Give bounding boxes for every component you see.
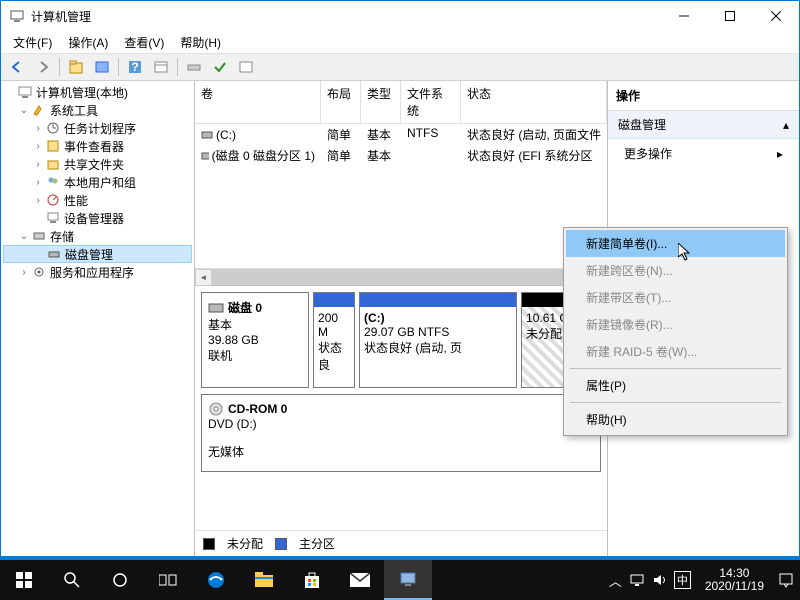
tray-network-icon[interactable] [630,573,644,587]
menu-separator [570,402,781,403]
menu-help[interactable]: 帮助(H) [172,32,229,53]
tray-volume-icon[interactable] [652,573,666,587]
actions-header: 操作 [608,81,799,111]
scroll-left-icon[interactable]: ◄ [195,269,212,286]
app-icon [9,8,25,24]
volume-list: 卷 布局 类型 文件系统 状态 (C:) 简单 基本 NTFS 状态良好 (启动… [195,81,607,286]
tree-storage[interactable]: ⌄存储 [3,227,192,245]
tray-chevron-up-icon[interactable]: ︿ [609,571,622,590]
chevron-right-icon: ▸ [777,147,783,161]
navigation-tree[interactable]: 计算机管理(本地) ⌄系统工具 ›任务计划程序 ›事件查看器 ›共享文件夹 ›本… [1,81,195,556]
more-actions[interactable]: 更多操作 ▸ [608,139,799,168]
tree-shared-folders[interactable]: ›共享文件夹 [3,155,192,173]
minimize-button[interactable] [661,1,707,31]
toolbar-icon-4[interactable] [182,56,206,78]
tree-event-viewer[interactable]: ›事件查看器 [3,137,192,155]
partition[interactable]: (C:)29.07 GB NTFS状态良好 (启动, 页 [359,292,517,388]
tree-performance[interactable]: ›性能 [3,191,192,209]
menu-file[interactable]: 文件(F) [5,32,60,53]
tree-local-users[interactable]: ›本地用户和组 [3,173,192,191]
taskbar-clock[interactable]: 14:30 2020/11/19 [699,567,770,593]
toolbar-icon-2[interactable] [90,56,114,78]
toolbar-icon-6[interactable] [234,56,258,78]
col-fs[interactable]: 文件系统 [401,81,461,123]
toolbar-icon-5[interactable] [208,56,232,78]
ctx-new-simple-volume[interactable]: 新建简单卷(I)... [566,230,785,257]
edge-icon[interactable] [192,560,240,600]
tree-task-scheduler[interactable]: ›任务计划程序 [3,119,192,137]
mail-icon[interactable] [336,560,384,600]
ctx-new-mirrored-volume[interactable]: 新建镜像卷(R)... [566,311,785,338]
legend-unallocated-icon [203,538,215,550]
cdrom-info-panel[interactable]: CD-ROM 0 DVD (D:) 无媒体 [201,394,601,472]
tree-root[interactable]: 计算机管理(本地) [3,83,192,101]
ime-indicator[interactable]: 中 [674,571,691,589]
col-type[interactable]: 类型 [361,81,401,123]
ctx-new-striped-volume[interactable]: 新建带区卷(T)... [566,284,785,311]
ctx-new-spanned-volume[interactable]: 新建跨区卷(N)... [566,257,785,284]
menu-separator [570,368,781,369]
disk-row: 磁盘 0 基本 39.88 GB 联机 200 M状态良 (C:)29.07 G… [201,292,601,388]
volume-row[interactable]: (磁盘 0 磁盘分区 1) 简单 基本 状态良好 (EFI 系统分区 [195,145,607,166]
cortana-button[interactable] [96,560,144,600]
tree-device-manager[interactable]: 设备管理器 [3,209,192,227]
tree-disk-management[interactable]: 磁盘管理 [3,245,192,263]
titlebar: 计算机管理 [1,1,799,31]
help-icon[interactable]: ? [123,56,147,78]
menu-view[interactable]: 查看(V) [116,32,172,53]
svg-text:?: ? [131,60,138,74]
partition[interactable]: 200 M状态良 [313,292,355,388]
main-pane: 卷 布局 类型 文件系统 状态 (C:) 简单 基本 NTFS 状态良好 (启动… [195,81,608,556]
tree-services[interactable]: ›服务和应用程序 [3,263,192,281]
volume-row[interactable]: (C:) 简单 基本 NTFS 状态良好 (启动, 页面文件 [195,124,607,145]
compmgmt-taskbar-icon[interactable] [384,560,432,600]
horizontal-scrollbar[interactable]: ◄ ► [195,268,607,285]
disk-row: CD-ROM 0 DVD (D:) 无媒体 [201,394,601,472]
disk-graphical-view: 磁盘 0 基本 39.88 GB 联机 200 M状态良 (C:)29.07 G… [195,286,607,530]
menu-action[interactable]: 操作(A) [60,32,116,53]
ctx-help[interactable]: 帮助(H) [566,406,785,433]
explorer-icon[interactable] [240,560,288,600]
notifications-icon[interactable] [778,572,794,588]
maximize-button[interactable] [707,1,753,31]
menubar: 文件(F) 操作(A) 查看(V) 帮助(H) [1,31,799,53]
store-icon[interactable] [288,560,336,600]
back-button[interactable] [5,56,29,78]
legend-primary-icon [275,538,287,550]
search-button[interactable] [48,560,96,600]
toolbar-icon-1[interactable] [64,56,88,78]
context-menu: 新建简单卷(I)... 新建跨区卷(N)... 新建带区卷(T)... 新建镜像… [563,227,788,436]
legend: 未分配 主分区 [195,530,607,556]
window-title: 计算机管理 [31,8,661,25]
ctx-new-raid5-volume[interactable]: 新建 RAID-5 卷(W)... [566,338,785,365]
volume-list-header[interactable]: 卷 布局 类型 文件系统 状态 [195,81,607,124]
taskbar[interactable]: ︿ 中 14:30 2020/11/19 [0,560,800,600]
start-button[interactable] [0,560,48,600]
col-layout[interactable]: 布局 [321,81,361,123]
disk-info-panel[interactable]: 磁盘 0 基本 39.88 GB 联机 [201,292,309,388]
toolbar: ? [1,53,799,81]
actions-section[interactable]: 磁盘管理 ▴ [608,111,799,139]
close-button[interactable] [753,1,799,31]
task-view-button[interactable] [144,560,192,600]
collapse-icon: ▴ [783,118,789,132]
toolbar-icon-3[interactable] [149,56,173,78]
system-tray: ︿ 中 14:30 2020/11/19 [609,560,800,600]
forward-button[interactable] [31,56,55,78]
ctx-properties[interactable]: 属性(P) [566,372,785,399]
col-volume[interactable]: 卷 [195,81,321,123]
col-status[interactable]: 状态 [461,81,607,123]
tree-system-tools[interactable]: ⌄系统工具 [3,101,192,119]
